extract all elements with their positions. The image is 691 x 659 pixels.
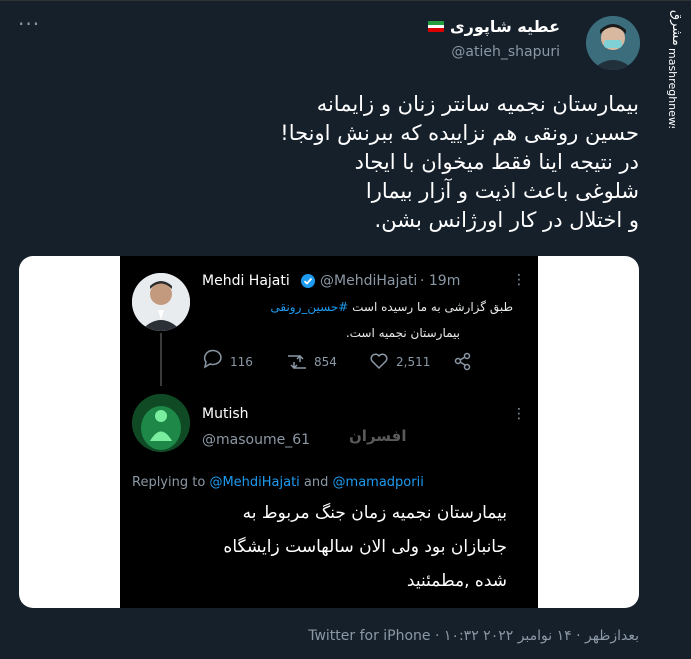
embedded-first-time: · 19m xyxy=(420,273,460,289)
embedded-second-handle: @masoume_61 xyxy=(202,432,310,448)
tweet-text: بیمارستان نجمیه سانتر زنان و زایمانه حسی… xyxy=(79,90,639,235)
tweet-text-line: بیمارستان نجمیه سانتر زنان و زایمانه xyxy=(316,92,639,116)
mutish-avatar xyxy=(132,394,190,452)
embedded-first-name: Mehdi Hajati xyxy=(202,273,290,289)
hashtag-link: #حسین_رونقی xyxy=(270,300,348,315)
embedded-second-text-line: بیمارستان نجمیه زمان جنگ مربوط به xyxy=(243,502,507,523)
reply-count: 116 xyxy=(230,355,253,369)
retweet-count: 854 xyxy=(314,355,337,369)
watermark: مشرق mashreghnews.ir xyxy=(655,8,687,143)
top-divider xyxy=(0,0,691,1)
tweet-text-line: شلوغی باعث اذیت و آزار بیمارا xyxy=(365,179,639,203)
embedded-first-handle: @MehdiHajati xyxy=(320,273,417,289)
embedded-screenshot: Mehdi Hajati @MehdiHajati · 19m ⋮ طبق گز… xyxy=(120,256,538,608)
watermark-url: mashreghnews.ir xyxy=(666,48,679,128)
retweet-icon xyxy=(288,354,306,370)
tweet-source[interactable]: Twitter for iPhone xyxy=(308,628,430,644)
retweet-action[interactable]: 854 xyxy=(288,354,337,370)
stamp-watermark: افسران xyxy=(349,427,407,445)
replying-prefix: Replying to xyxy=(132,475,209,490)
embedded-second-text-line: جانبازان بود ولی الان سالهاست زایشگاه xyxy=(223,536,507,557)
author-avatar[interactable] xyxy=(586,16,640,70)
iran-flag-icon xyxy=(428,21,445,32)
mehdi-hajati-avatar xyxy=(132,273,190,331)
more-icon: ⋮ xyxy=(512,272,526,288)
author-avatar-image xyxy=(586,16,640,70)
author-handle[interactable]: @atieh_shapuri xyxy=(451,44,560,60)
mention-link: @MehdiHajati xyxy=(209,475,299,490)
tweet-text-line: حسین رونقی هم نزاییده که ببرنش اونجا! xyxy=(280,121,639,145)
author-name[interactable]: عطیه شاپوری xyxy=(450,17,560,36)
embedded-first-text-line1: طبق گزارشی به ما رسیده است #حسین_رونقی xyxy=(270,300,513,315)
more-options-icon[interactable]: ··· xyxy=(18,14,40,34)
watermark-logo-text: مشرق xyxy=(669,10,684,46)
like-count: 2,511 xyxy=(396,355,430,369)
reply-icon xyxy=(203,349,222,369)
embedded-second-text-line: شده ,مطمئنید xyxy=(407,571,507,591)
like-action[interactable]: 2,511 xyxy=(370,353,430,370)
embedded-second-name: Mutish xyxy=(202,406,249,422)
tweet-media-image[interactable]: Mehdi Hajati @MehdiHajati · 19m ⋮ طبق گز… xyxy=(19,256,639,608)
heart-icon xyxy=(370,353,388,370)
embedded-first-text-prefix: طبق گزارشی به ما رسیده است xyxy=(348,300,513,315)
footer-separator: · xyxy=(430,628,444,644)
reply-action[interactable]: 116 xyxy=(203,349,253,369)
replying-and: and xyxy=(300,475,333,490)
tweet-text-line: در نتیجه اینا فقط میخوان با ایجاد xyxy=(354,150,639,174)
mention-link: @mamadporii xyxy=(333,475,424,490)
author-name-row[interactable]: عطیه شاپوری xyxy=(428,17,560,36)
more-icon: ⋮ xyxy=(512,406,526,422)
tweet-timestamp[interactable]: ۱۰:۳۲ بعدازظهر · ۱۴ نوامبر ۲۰۲۲ xyxy=(444,628,639,644)
replying-to: Replying to @MehdiHajati and @mamadporii xyxy=(132,475,424,490)
verified-icon xyxy=(301,274,315,288)
embedded-first-text-line2: بیمارستان نجمیه است. xyxy=(346,326,460,341)
tweet-text-line: و اختلال در کار اورژانس بشن. xyxy=(374,208,639,232)
tweet-footer: Twitter for iPhone · ۱۰:۳۲ بعدازظهر · ۱۴… xyxy=(308,628,639,644)
share-action[interactable] xyxy=(454,352,471,371)
